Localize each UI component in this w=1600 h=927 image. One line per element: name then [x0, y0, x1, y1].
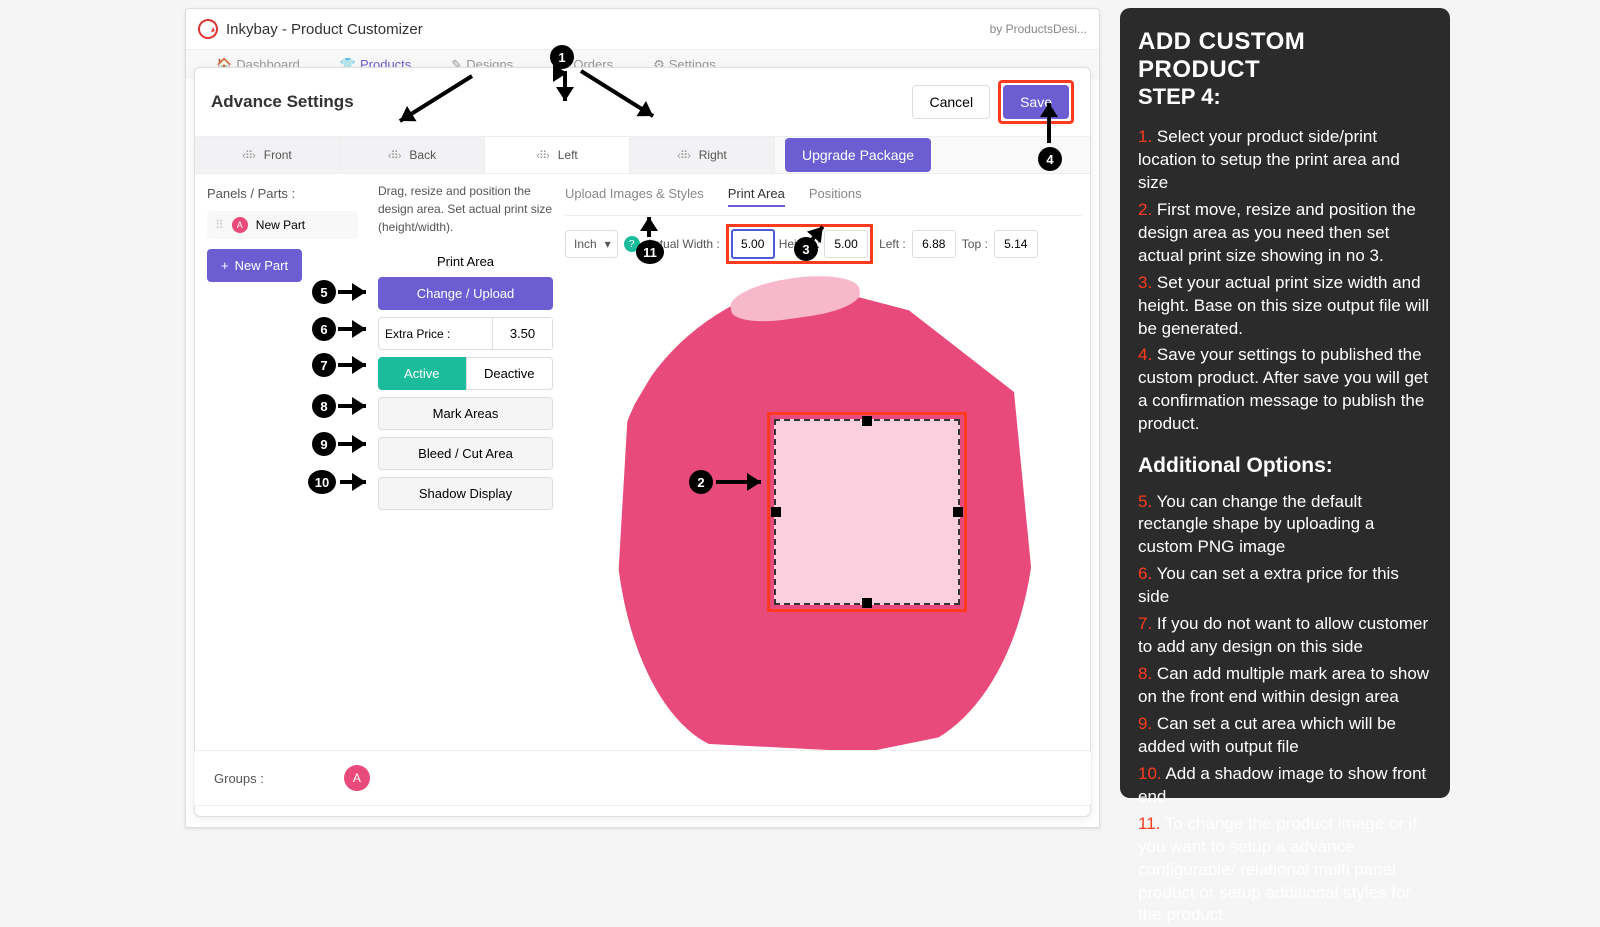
groups-label: Groups :	[214, 771, 264, 786]
resize-handle-right[interactable]	[953, 507, 963, 517]
annotation-arrow-1-down	[563, 71, 567, 101]
annotation-arrow-10	[340, 480, 366, 484]
app-brand: Inkybay - Product Customizer	[198, 19, 423, 39]
left-input[interactable]	[912, 230, 956, 258]
extra-price-row: Extra Price :	[378, 317, 553, 350]
group-badge-a[interactable]: A	[344, 765, 370, 791]
help-panel: ADD CUSTOM PRODUCT STEP 4: 1. Select you…	[1120, 8, 1450, 798]
top-input[interactable]	[994, 230, 1038, 258]
deactive-button[interactable]: Deactive	[466, 357, 554, 390]
plus-icon: +	[221, 258, 229, 273]
panels-label: Panels / Parts :	[207, 186, 358, 201]
brand-byline: by ProductsDesi...	[990, 22, 1087, 36]
annotation-3: 3	[794, 237, 818, 261]
subtab-positions[interactable]: Positions	[809, 186, 862, 207]
left-label: Left :	[879, 237, 906, 251]
brand-logo-icon	[195, 16, 222, 43]
help-body: 1. Select your product side/print locati…	[1138, 126, 1432, 927]
resize-handle-left[interactable]	[771, 507, 781, 517]
extra-price-input[interactable]	[492, 318, 552, 349]
annotation-5: 5	[312, 280, 336, 304]
resize-handle-top[interactable]	[862, 416, 872, 426]
brand-name: Inkybay - Product Customizer	[226, 21, 423, 38]
drag-dots-icon: ⠿	[215, 218, 224, 232]
side-tab-back[interactable]: ‹ ⠿ ›Back	[340, 137, 485, 173]
canvas-column: Upload Images & Styles Print Area Positi…	[565, 182, 1082, 808]
annotation-arrow-8	[338, 404, 366, 408]
center-panel: Drag, resize and position the design are…	[370, 174, 1090, 816]
help-title: ADD CUSTOM PRODUCT	[1138, 28, 1432, 84]
extra-price-label: Extra Price :	[379, 327, 492, 341]
width-input[interactable]	[731, 229, 775, 259]
design-area-highlight	[767, 412, 967, 612]
modal-title: Advance Settings	[211, 92, 354, 112]
side-tabs: ‹ ⠿ ›Front ‹ ⠿ ›Back ‹ ⠿ ›Left ‹ ⠿ ›Righ…	[195, 136, 1090, 174]
subtab-upload-images[interactable]: Upload Images & Styles	[565, 186, 704, 207]
part-name: New Part	[256, 218, 305, 232]
side-tab-front[interactable]: ‹ ⠿ ›Front	[195, 137, 340, 173]
active-toggle: Active Deactive	[378, 357, 553, 390]
shadow-display-button[interactable]: Shadow Display	[378, 477, 553, 510]
annotation-arrow-6	[338, 327, 366, 331]
annotation-arrow-7	[338, 363, 366, 367]
side-tab-right[interactable]: ‹ ⠿ ›Right	[630, 137, 775, 173]
app-window: Inkybay - Product Customizer by Products…	[185, 8, 1100, 828]
part-badge: A	[232, 217, 248, 233]
annotation-arrow-5	[338, 290, 366, 294]
save-highlight: Save	[998, 80, 1074, 124]
bleed-cut-area-button[interactable]: Bleed / Cut Area	[378, 437, 553, 470]
mark-areas-button[interactable]: Mark Areas	[378, 397, 553, 430]
save-button[interactable]: Save	[1003, 85, 1069, 119]
subtab-print-area[interactable]: Print Area	[728, 186, 785, 207]
panels-sidebar: Panels / Parts : ⠿ A New Part + New Part	[195, 174, 370, 816]
side-tab-left[interactable]: ‹ ⠿ ›Left	[485, 137, 630, 173]
annotation-arrow-9	[338, 442, 366, 446]
mockup-canvas[interactable]	[565, 272, 1082, 808]
groups-footer: Groups : A	[193, 750, 1092, 806]
unit-select[interactable]: Inch	[565, 230, 618, 258]
change-upload-button[interactable]: Change / Upload	[378, 277, 553, 310]
annotation-7: 7	[312, 353, 336, 377]
drag-icon: ‹ ⠿ ›	[677, 149, 689, 162]
cancel-button[interactable]: Cancel	[912, 85, 990, 119]
design-area[interactable]	[774, 419, 960, 605]
annotation-9: 9	[312, 432, 336, 456]
part-row[interactable]: ⠿ A New Part	[207, 211, 358, 239]
height-input[interactable]	[824, 230, 868, 258]
drag-icon: ‹ ⠿ ›	[242, 149, 254, 162]
annotation-arrow-2	[716, 480, 761, 484]
resize-handle-bottom[interactable]	[862, 598, 872, 608]
app-header: Inkybay - Product Customizer by Products…	[186, 9, 1099, 49]
active-button[interactable]: Active	[378, 357, 466, 390]
help-additional-heading: Additional Options:	[1138, 452, 1432, 480]
annotation-6: 6	[312, 317, 336, 341]
modal-header: Advance Settings Cancel Save	[195, 68, 1090, 136]
drag-icon: ‹ ⠿ ›	[536, 149, 548, 162]
help-step: STEP 4:	[1138, 84, 1432, 110]
annotation-11: 11	[636, 240, 664, 264]
print-area-heading: Print Area	[378, 246, 553, 277]
annotation-8: 8	[312, 394, 336, 418]
annotation-4: 4	[1038, 147, 1062, 171]
upgrade-package-button[interactable]: Upgrade Package	[785, 138, 931, 172]
drag-icon: ‹ ⠿ ›	[388, 149, 400, 162]
annotation-2: 2	[689, 470, 713, 494]
annotation-arrow-11	[647, 217, 651, 237]
annotation-arrow-4	[1047, 103, 1051, 143]
modal-body: Panels / Parts : ⠿ A New Part + New Part…	[195, 174, 1090, 816]
new-part-button[interactable]: + New Part	[207, 249, 302, 282]
top-label: Top :	[962, 237, 988, 251]
config-column: Drag, resize and position the design are…	[378, 182, 553, 808]
hint-text: Drag, resize and position the design are…	[378, 182, 553, 236]
annotation-10: 10	[308, 470, 336, 494]
